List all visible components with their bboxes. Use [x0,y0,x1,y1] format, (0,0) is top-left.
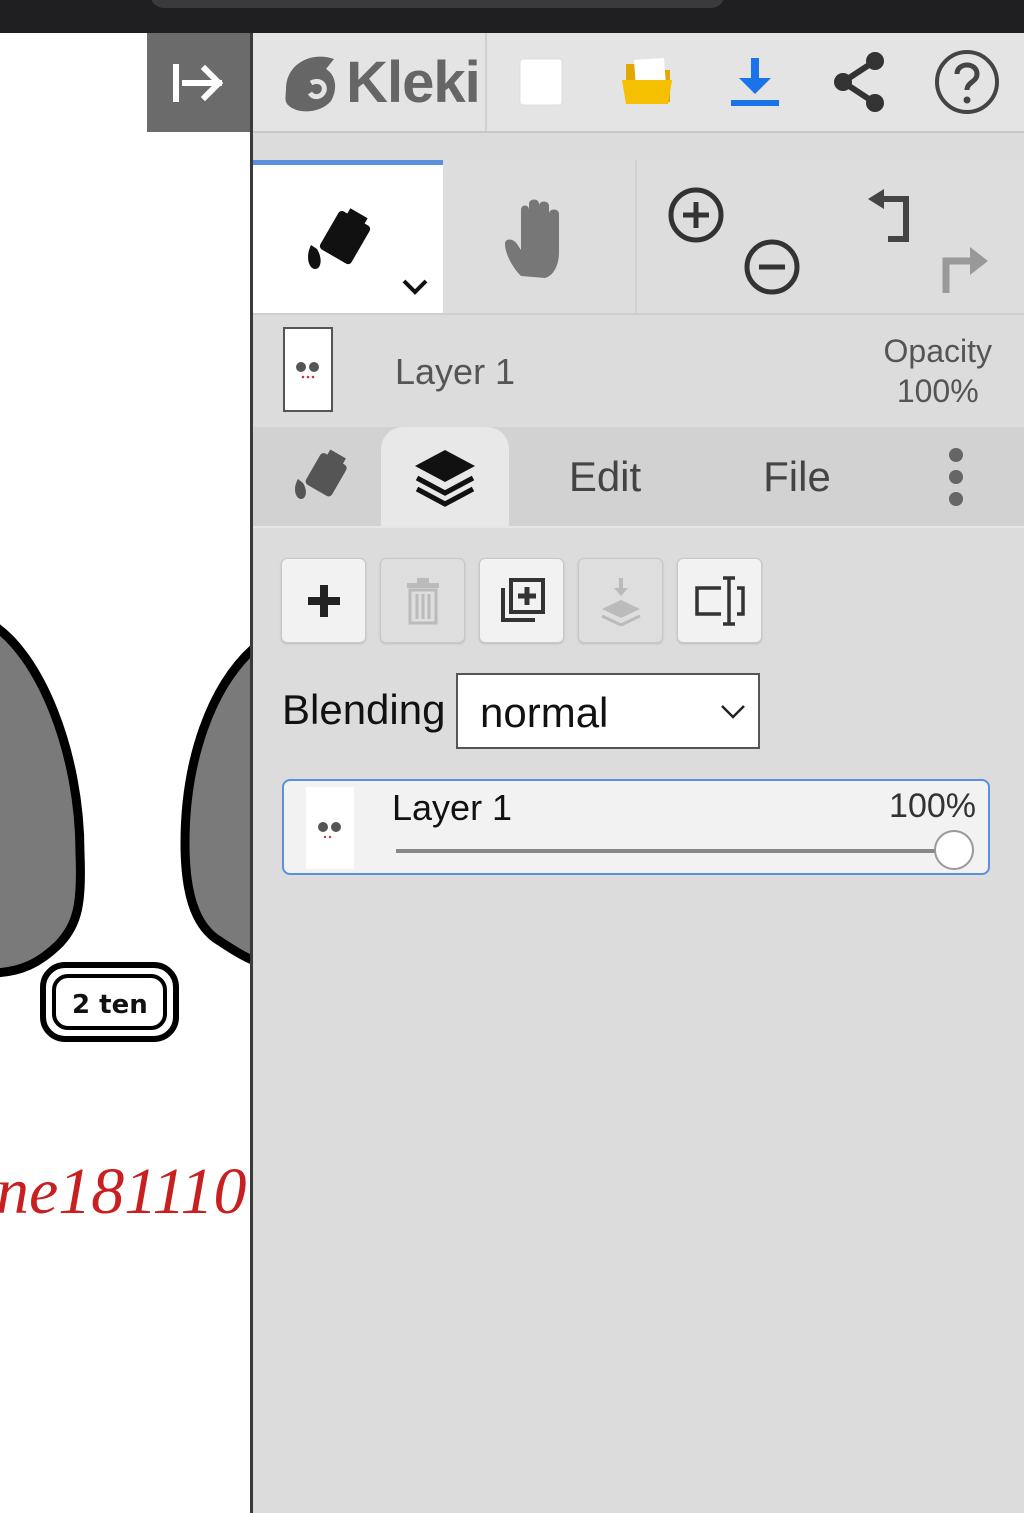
blending-label: Blending [282,686,446,733]
app-name: Kleki [346,49,481,115]
delete-layer-icon [406,577,439,624]
opacity-value: 100% [896,373,979,409]
more-vertical-icon [949,447,963,506]
help-icon [935,50,999,114]
redo-icon [942,247,988,293]
tab-file[interactable]: File [725,427,869,526]
download-button[interactable] [705,33,805,131]
chevron-down-icon [721,705,745,719]
merge-down-icon [600,577,641,626]
layer-list-item[interactable]: Layer 1 100% [282,779,990,875]
zoom-out-button[interactable] [737,232,807,302]
redo-button[interactable] [929,234,999,304]
paint-bucket-icon [308,208,371,269]
current-layer-name: Layer 1 [395,351,516,392]
add-layer-button[interactable] [281,558,366,643]
canvas-badge-text: 2 ten [72,990,148,1020]
duplicate-layer-button[interactable] [479,558,564,643]
merge-down-button[interactable] [578,558,663,643]
open-file-button[interactable] [598,33,698,131]
system-status-bar [0,0,1024,33]
layer-opacity-slider-track[interactable] [396,849,956,853]
share-button[interactable] [809,33,909,131]
more-menu-button[interactable] [921,427,991,526]
tab-edit[interactable]: Edit [535,427,675,526]
hand-tool[interactable] [443,160,635,313]
undo-icon [868,189,909,242]
canvas-watermark-text: ne181110 [0,1155,247,1228]
collapse-panel-icon [172,63,223,102]
collapse-panel-button[interactable] [147,33,250,132]
kleki-logo[interactable]: Kleki [273,33,483,131]
download-icon [731,58,779,106]
panel-tabs: Edit File [253,427,1024,528]
add-layer-icon [307,584,340,617]
rename-layer-icon [694,575,745,626]
layer-opacity-slider-handle[interactable] [934,830,974,870]
opacity-label: Opacity [883,333,992,369]
blending-value: normal [480,689,609,736]
blending-select[interactable]: normal [456,673,760,749]
delete-layer-button[interactable] [380,558,465,643]
open-folder-icon [622,58,672,104]
hand-icon [505,199,559,278]
tab-brush[interactable] [273,427,373,526]
layers-icon [415,449,475,507]
layer-thumbnail [306,787,354,869]
current-layer-opacity: Opacity 100% [884,331,992,411]
canvas-artwork: 2 ten ne181110 [0,624,250,1228]
help-button[interactable] [917,33,1017,131]
duplicate-layer-icon [500,577,545,622]
layer-opacity-value: 100% [889,787,976,825]
kleki-logo-icon [285,56,336,112]
new-image-icon [519,58,563,106]
tool-row [253,160,1024,315]
layer-name: Layer 1 [392,787,513,828]
zoom-in-button[interactable] [661,180,731,250]
paint-bucket-icon [294,448,347,499]
chevron-down-icon[interactable] [401,277,429,297]
tab-layers[interactable] [381,427,509,526]
zoom-out-icon [744,239,800,295]
current-layer-row[interactable]: Layer 1 Opacity 100% [253,317,1024,425]
current-layer-thumbnail [283,327,333,412]
new-image-button[interactable] [493,33,589,131]
paint-bucket-tool[interactable] [253,160,443,313]
undo-button[interactable] [853,182,923,252]
rename-layer-button[interactable] [677,558,762,643]
top-toolbar: Kleki [253,33,1024,133]
zoom-in-icon [668,187,724,243]
share-icon [834,52,884,112]
drawing-canvas[interactable]: 2 ten ne181110 [0,33,250,1513]
